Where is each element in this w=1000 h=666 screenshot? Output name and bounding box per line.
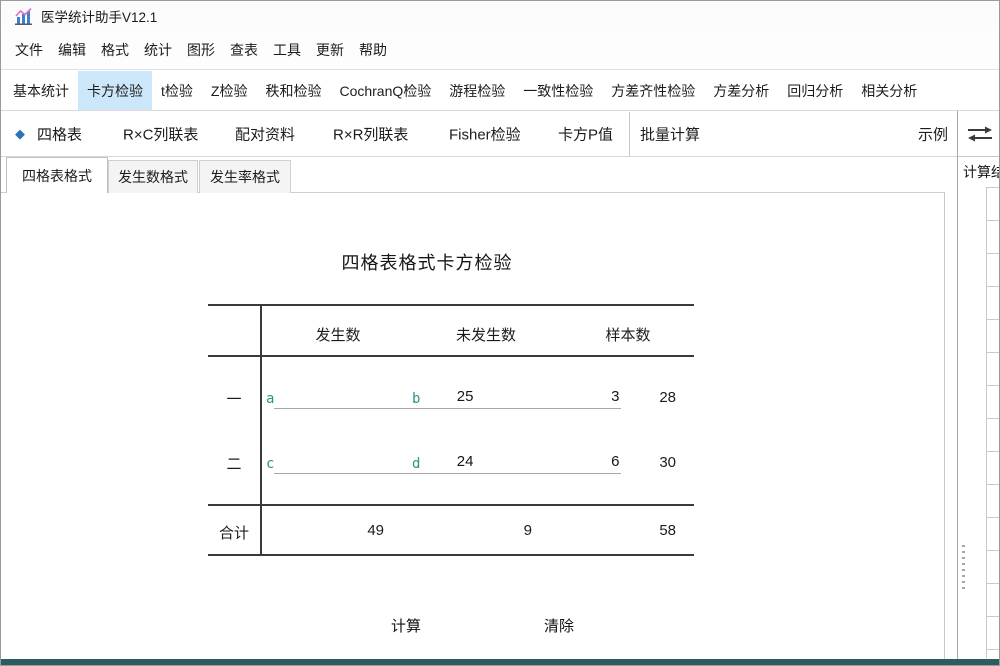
cell-d-group: d: [412, 450, 532, 474]
clear-button[interactable]: 清除: [529, 615, 589, 636]
table-rule-bottom: [208, 554, 694, 556]
secondary-tab-bar: ◆ 四格表 R×C列联表 配对资料 R×R列联表 Fisher检验 卡方P值 批…: [1, 112, 1000, 157]
table-rule-top: [208, 304, 694, 306]
cell-d-key: d: [412, 454, 420, 474]
results-panel-header: [958, 112, 1000, 157]
panel-splitter[interactable]: [957, 111, 958, 659]
tab-paired-data[interactable]: 配对资料: [235, 124, 295, 145]
menu-tools[interactable]: 工具: [273, 38, 301, 62]
col-header-sample-total: 样本数: [568, 324, 688, 345]
total-occurred: 49: [264, 522, 384, 539]
tab-anova[interactable]: 方差分析: [704, 71, 778, 110]
tab-occurrence-rate-format[interactable]: 发生率格式: [199, 160, 291, 193]
bar-chart-app-icon: [14, 7, 33, 26]
row1-label: 一: [208, 388, 260, 409]
row2-label: 二: [208, 453, 260, 474]
tab-cochran-q-test[interactable]: CochranQ检验: [330, 71, 440, 110]
tab-chi-square-test[interactable]: 卡方检验: [78, 71, 152, 110]
swap-arrows-icon[interactable]: [967, 125, 993, 143]
bottom-edge-bar: [1, 659, 1000, 666]
selected-diamond-icon: ◆: [15, 126, 25, 142]
tab-rxc-contingency[interactable]: R×C列联表: [123, 124, 198, 145]
page-title: 四格表格式卡方检验: [157, 249, 697, 275]
cell-a-key: a: [266, 389, 274, 409]
tab-chi-square-p-value[interactable]: 卡方P值: [558, 124, 613, 145]
example-link[interactable]: 示例: [918, 124, 948, 145]
main-content: 四格表格式卡方检验 发生数 未发生数 样本数 一 a b 28 二: [1, 193, 945, 659]
menu-update[interactable]: 更新: [316, 38, 344, 62]
tab-occurrence-count-format[interactable]: 发生数格式: [108, 160, 198, 193]
calculate-button[interactable]: 计算: [376, 615, 436, 636]
tab-basic-statistics[interactable]: 基本统计: [4, 71, 78, 110]
tab-fisher-test[interactable]: Fisher检验: [449, 124, 521, 145]
app-window: 医学统计助手V12.1 文件 编辑 格式 统计 图形 查表 工具 更新 帮助 基…: [0, 0, 1000, 666]
total-not-occurred: 9: [412, 522, 532, 539]
fourfold-table: 发生数 未发生数 样本数 一 a b 28 二 c d: [208, 304, 694, 556]
format-tab-bar: 四格表格式 发生数格式 发生率格式: [1, 157, 945, 193]
primary-tab-bar: 基本统计 卡方检验 t检验 Z检验 秩和检验 CochranQ检验 游程检验 一…: [1, 71, 1000, 111]
toolbar-divider: [629, 112, 630, 157]
tab-fourfold-table[interactable]: 四格表: [37, 124, 82, 145]
cell-b-key: b: [412, 389, 420, 409]
total-sample: 58: [588, 522, 676, 539]
splitter-grip-icon[interactable]: [962, 545, 965, 591]
tab-t-test[interactable]: t检验: [152, 71, 202, 110]
tab-consistency-test[interactable]: 一致性检验: [514, 71, 602, 110]
cell-c-group: c: [266, 450, 384, 474]
row1-sample-total: 28: [588, 389, 676, 406]
tab-rank-sum-test[interactable]: 秩和检验: [256, 71, 330, 110]
tab-correlation-analysis[interactable]: 相关分析: [852, 71, 926, 110]
menu-lookup-table[interactable]: 查表: [230, 38, 258, 62]
tab-fourfold-format[interactable]: 四格表格式: [6, 157, 108, 193]
cell-b-group: b: [412, 385, 532, 409]
menu-edit[interactable]: 编辑: [58, 38, 86, 62]
col-header-not-occurred: 未发生数: [426, 324, 546, 345]
menu-bar: 文件 编辑 格式 统计 图形 查表 工具 更新 帮助: [1, 31, 1000, 70]
window-title: 医学统计助手V12.1: [41, 6, 157, 26]
table-rule-vertical: [260, 304, 262, 556]
results-grid: [986, 187, 1000, 658]
menu-graphics[interactable]: 图形: [187, 38, 215, 62]
menu-format[interactable]: 格式: [101, 38, 129, 62]
row2-sample-total: 30: [588, 454, 676, 471]
table-rule-header: [208, 355, 694, 357]
menu-statistics[interactable]: 统计: [144, 38, 172, 62]
cell-c-key: c: [266, 454, 274, 474]
menu-help[interactable]: 帮助: [359, 38, 387, 62]
tab-batch-calculation[interactable]: 批量计算: [640, 124, 700, 145]
col-header-occurred: 发生数: [278, 324, 398, 345]
tab-rxr-contingency[interactable]: R×R列联表: [333, 124, 408, 145]
tab-z-test[interactable]: Z检验: [202, 71, 257, 110]
title-bar: 医学统计助手V12.1: [1, 1, 1000, 31]
tab-runs-test[interactable]: 游程检验: [440, 71, 514, 110]
table-rule-total: [208, 504, 694, 506]
menu-file[interactable]: 文件: [15, 38, 43, 62]
results-panel-title: 计算结果: [963, 162, 1000, 182]
tab-regression-analysis[interactable]: 回归分析: [778, 71, 852, 110]
total-row-label: 合计: [208, 522, 260, 543]
cell-a-group: a: [266, 385, 384, 409]
tab-variance-homogeneity-test[interactable]: 方差齐性检验: [602, 71, 704, 110]
